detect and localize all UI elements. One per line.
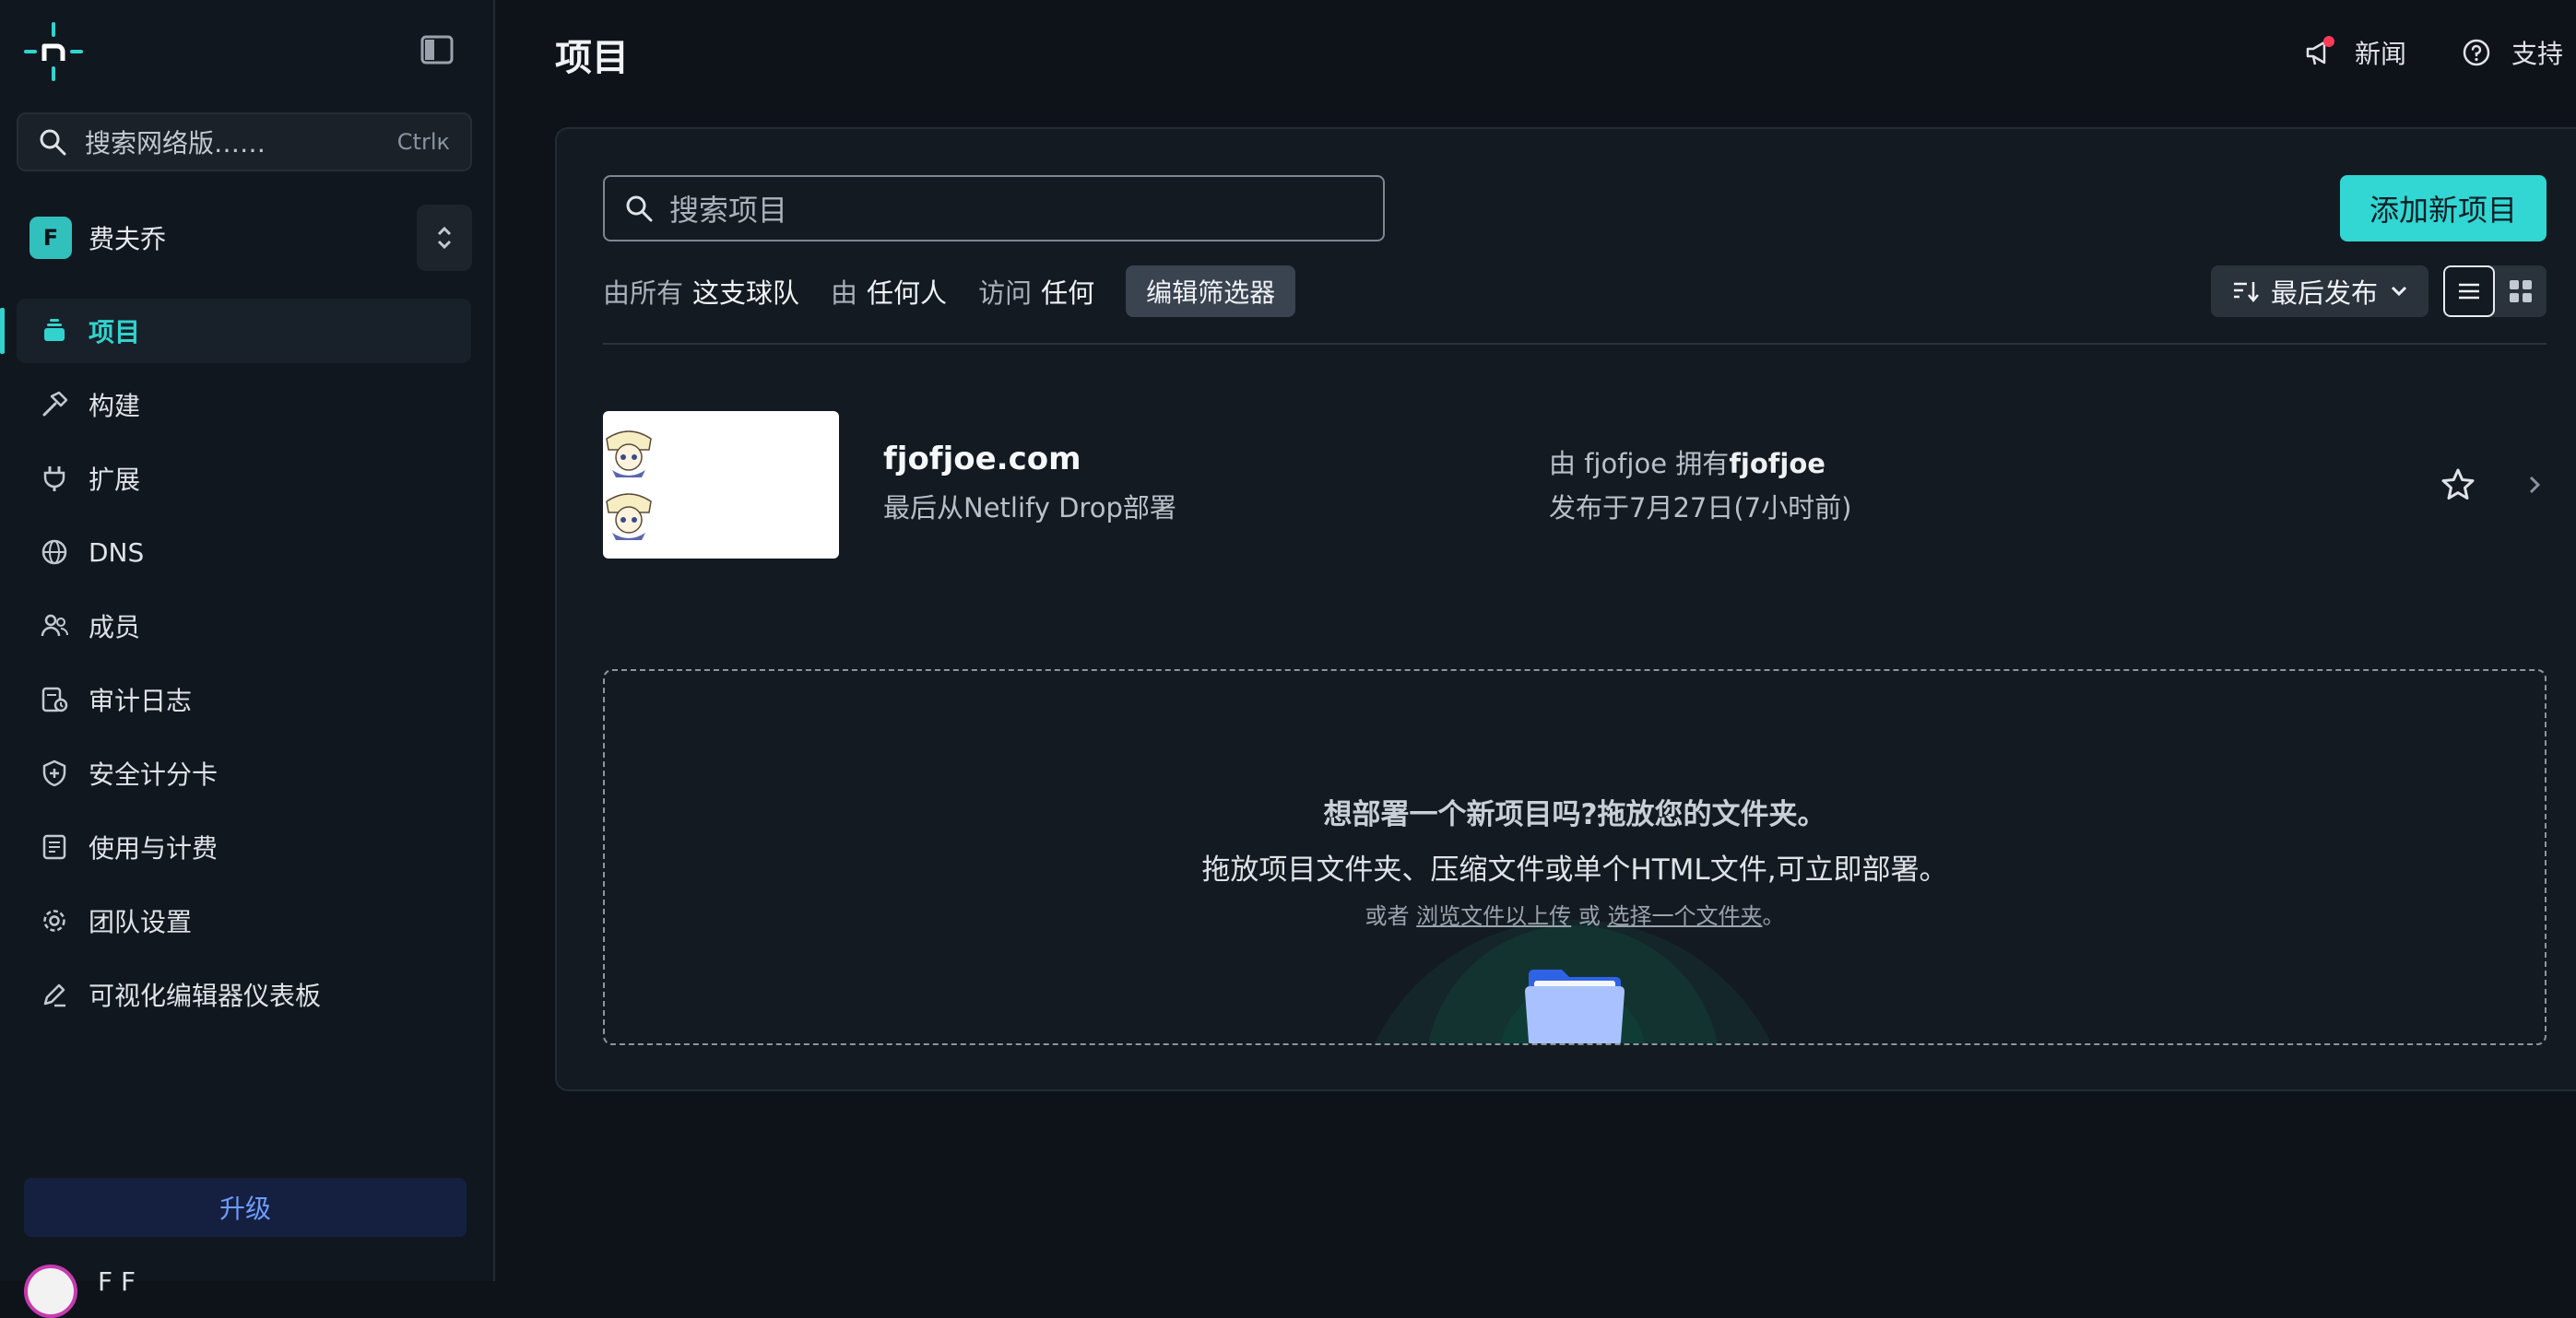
- sidebar-item-dns[interactable]: DNS: [17, 520, 471, 584]
- team-avatar: F: [30, 217, 72, 259]
- support-label: 支持: [2511, 39, 2563, 69]
- receipt-icon: [39, 831, 70, 863]
- sidebar-item-label: DNS: [89, 536, 145, 568]
- folder-icon: [1525, 970, 1625, 1043]
- sidebar-item-label: 构建: [89, 391, 141, 421]
- browse-files-link[interactable]: 浏览文件以上传: [1416, 903, 1571, 929]
- drop-zone-title: 想部署一个新项目吗?拖放您的文件夹。: [1323, 798, 1826, 831]
- project-search-input[interactable]: 搜索项目: [603, 175, 1385, 241]
- filter-creator-label: 由: [831, 277, 858, 309]
- or-text: 或: [1578, 903, 1601, 929]
- sidebar-toggle-icon[interactable]: [420, 35, 454, 65]
- help-circle-icon: [2458, 34, 2495, 71]
- chevron-down-icon: [2391, 286, 2407, 297]
- news-button[interactable]: 新闻: [2301, 34, 2406, 71]
- hammer-icon: [39, 389, 70, 420]
- chevron-right-icon[interactable]: [2524, 470, 2546, 500]
- sidebar-item-label: 可视化编辑器仪表板: [89, 981, 322, 1011]
- drop-zone-links: 或者 浏览文件以上传 或 选择一个文件夹。: [605, 898, 2545, 930]
- filter-divider: [603, 343, 2546, 345]
- owner-name: fjofjoe: [1729, 448, 1826, 479]
- project-name[interactable]: fjofjoe.com: [883, 441, 1081, 477]
- sidebar-item-builds[interactable]: 构建: [17, 372, 471, 437]
- support-button[interactable]: 支持: [2458, 34, 2576, 71]
- grid-view-button[interactable]: [2495, 265, 2546, 317]
- site-search-placeholder: 搜索网络版……: [85, 128, 266, 159]
- filter-owner-label: 由所有: [603, 277, 684, 309]
- sidebar-item-label: 安全计分卡: [89, 759, 219, 790]
- site-search-input[interactable]: 搜索网络版…… Ctrlк: [17, 112, 472, 171]
- list-icon: [2459, 283, 2479, 300]
- or-text: 或者: [1365, 903, 1410, 929]
- layers-icon: [39, 315, 70, 347]
- sort-icon: [2232, 279, 2260, 303]
- sidebar-item-label: 项目: [89, 317, 141, 347]
- sidebar-item-visual-editor[interactable]: 可视化编辑器仪表板: [17, 962, 471, 1027]
- team-selector[interactable]: F 费夫乔: [17, 205, 472, 271]
- team-switch-button[interactable]: [417, 205, 472, 271]
- upgrade-button[interactable]: 升级: [24, 1178, 467, 1237]
- owner-prefix: 由 fjofjoe 拥有: [1549, 448, 1730, 479]
- edit-filters-button[interactable]: 编辑筛选器: [1126, 265, 1296, 317]
- drop-zone[interactable]: 想部署一个新项目吗?拖放您的文件夹。 拖放项目文件夹、压缩文件或单个HTML文件…: [603, 669, 2546, 1045]
- list-view-button[interactable]: [2443, 265, 2495, 317]
- sidebar-item-usage-billing[interactable]: 使用与计费: [17, 815, 471, 879]
- plug-icon: [39, 463, 70, 494]
- drop-zone-subtitle: 拖放项目文件夹、压缩文件或单个HTML文件,可立即部署。: [1201, 853, 1948, 887]
- sidebar-item-label: 团队设置: [89, 907, 193, 937]
- project-row[interactable]: fjofjoe.com 最后从Netlify Drop部署 由 fjofjoe …: [603, 411, 2558, 560]
- filter-creator-value[interactable]: 任何人: [867, 272, 947, 311]
- sidebar-item-members[interactable]: 成员: [17, 594, 471, 658]
- user-avatar[interactable]: [24, 1265, 77, 1318]
- sidebar-item-label: 成员: [89, 612, 141, 642]
- sidebar-item-label: 审计日志: [89, 686, 193, 716]
- project-thumbnail: [603, 411, 839, 559]
- star-icon[interactable]: [2440, 466, 2476, 503]
- project-deploy-source: 最后从Netlify Drop部署: [883, 492, 1176, 524]
- sort-label: 最后发布: [2270, 277, 2378, 309]
- view-toggle: [2443, 265, 2546, 317]
- sort-dropdown[interactable]: 最后发布: [2211, 265, 2428, 317]
- sidebar-item-audit-log[interactable]: 审计日志: [17, 667, 471, 732]
- grid-icon: [2510, 280, 2532, 302]
- sidebar-item-extensions[interactable]: 扩展: [17, 446, 471, 511]
- team-name: 费夫乔: [89, 224, 167, 254]
- projects-panel: 搜索项目 添加新项目 由所有 这支球队 由 任何人 访问 任何 编辑筛选器 最后…: [555, 127, 2576, 1091]
- sidebar-item-projects[interactable]: 项目: [0, 299, 471, 363]
- top-bar: 新闻 支持: [2274, 29, 2576, 76]
- filter-owner-value[interactable]: 这支球队: [692, 272, 799, 311]
- period-text: 。: [1762, 903, 1785, 929]
- sidebar-item-label: 使用与计费: [89, 833, 219, 864]
- shield-icon: [39, 758, 70, 789]
- add-new-project-button[interactable]: 添加新项目: [2340, 175, 2546, 241]
- project-owner: 由 fjofjoe 拥有fjofjoe: [1549, 442, 1826, 481]
- search-icon: [626, 195, 653, 222]
- megaphone-icon: [2301, 34, 2338, 71]
- sidebar-item-security-scorecard[interactable]: 安全计分卡: [17, 741, 471, 806]
- sidebar-item-label: 扩展: [89, 465, 141, 495]
- netlify-logo[interactable]: [24, 22, 83, 81]
- filter-bar: 由所有 这支球队 由 任何人 访问 任何 编辑筛选器: [603, 265, 1296, 317]
- search-shortcut: Ctrlк: [396, 129, 450, 155]
- page-title: 项目: [555, 37, 629, 79]
- users-icon: [39, 610, 70, 641]
- news-notification-dot: [2322, 36, 2334, 47]
- user-name: F F: [98, 1266, 136, 1297]
- sidebar-item-team-settings[interactable]: 团队设置: [17, 888, 471, 953]
- news-label: 新闻: [2354, 39, 2406, 69]
- project-published-date: 发布于7月27日(7小时前): [1549, 492, 1852, 524]
- chevron-up-down-icon: [437, 226, 452, 250]
- audit-log-icon: [39, 684, 70, 715]
- choose-folder-link[interactable]: 选择一个文件夹: [1607, 903, 1762, 929]
- filter-access-label: 访问: [978, 277, 1033, 309]
- filter-access-value[interactable]: 任何: [1041, 272, 1094, 311]
- gear-icon: [39, 905, 70, 936]
- sidebar-nav: 项目 构建 扩展 DNS 成员 审计日志 安全计分卡 使用与计费 团队设置 可视…: [0, 299, 495, 1036]
- project-search-placeholder: 搜索项目: [669, 193, 788, 228]
- pencil-icon: [39, 979, 70, 1010]
- search-icon: [40, 129, 66, 156]
- globe-icon: [39, 536, 70, 568]
- anime-character-thumbnail-image: [606, 430, 652, 540]
- sidebar: 搜索网络版…… Ctrlк F 费夫乔 项目 构建 扩展 DNS 成员 审计日志…: [0, 0, 495, 1318]
